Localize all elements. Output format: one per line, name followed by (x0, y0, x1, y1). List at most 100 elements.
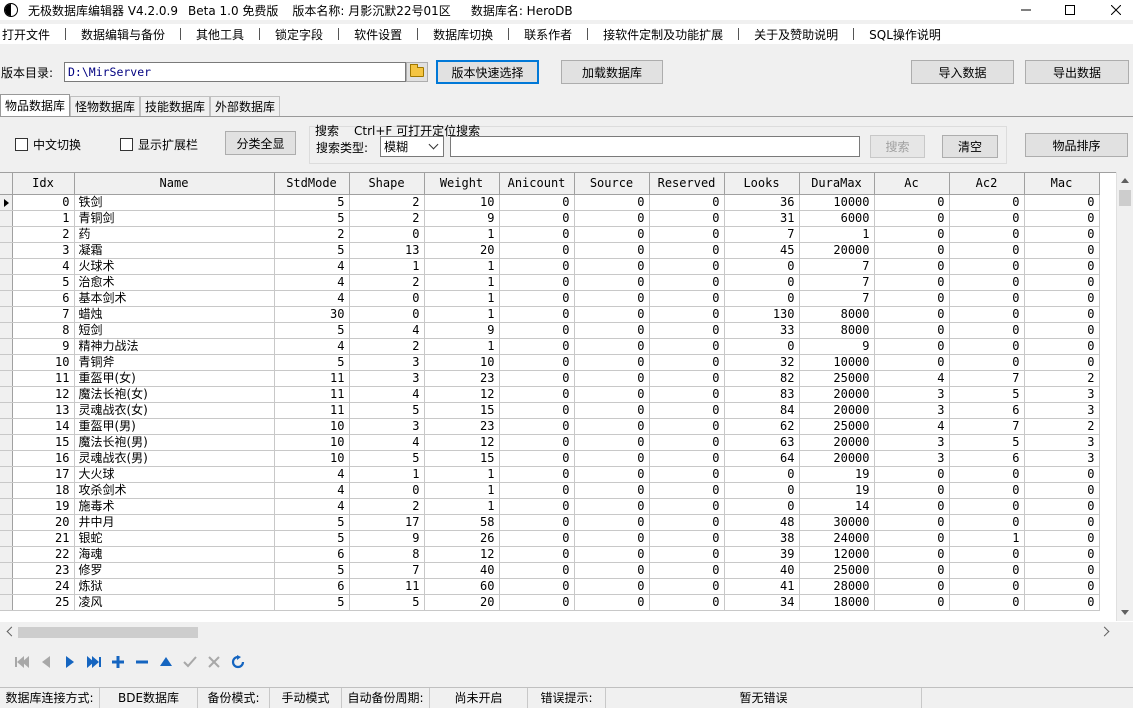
table-cell[interactable]: 25000 (799, 562, 875, 579)
table-cell[interactable]: 0 (574, 418, 650, 435)
table-cell[interactable]: 0 (949, 498, 1025, 515)
row-indicator[interactable] (0, 514, 13, 531)
category-all-button[interactable]: 分类全显 (225, 131, 296, 155)
table-cell[interactable]: 0 (724, 482, 800, 499)
table-cell[interactable]: 19 (799, 466, 875, 483)
table-cell[interactable]: 0 (499, 354, 575, 371)
table-cell[interactable]: 0 (574, 482, 650, 499)
table-cell[interactable]: 14 (799, 498, 875, 515)
table-cell[interactable]: 40 (724, 562, 800, 579)
table-cell[interactable]: 0 (574, 562, 650, 579)
table-cell[interactable]: 3 (1024, 402, 1100, 419)
row-indicator[interactable] (0, 274, 13, 291)
table-cell[interactable]: 4 (349, 386, 425, 403)
table-cell[interactable]: 1 (424, 482, 500, 499)
nav-refresh-button[interactable] (226, 651, 250, 673)
table-cell[interactable]: 23 (12, 562, 75, 579)
horizontal-scrollbar[interactable] (0, 624, 1116, 641)
table-row[interactable]: 6 基本剑术 4 0 1 0 0 0 0 7 0 0 0 (0, 290, 1100, 307)
table-row[interactable]: 12 魔法长袍(女) 11 4 12 0 0 0 83 20000 3 5 3 (0, 386, 1100, 403)
menu-custom-dev[interactable]: 接软件定制及功能扩展 (601, 26, 725, 43)
row-indicator[interactable] (0, 546, 13, 563)
menu-other-tools[interactable]: 其他工具 (194, 26, 246, 43)
table-cell[interactable]: 0 (1024, 466, 1100, 483)
import-data-button[interactable]: 导入数据 (911, 60, 1014, 84)
table-cell[interactable]: 0 (874, 530, 950, 547)
table-cell[interactable]: 0 (574, 434, 650, 451)
table-cell[interactable]: 36 (724, 194, 800, 211)
table-cell[interactable]: 凝霜 (74, 242, 275, 259)
column-header[interactable]: Name (74, 173, 275, 195)
table-cell[interactable]: 基本剑术 (74, 290, 275, 307)
table-cell[interactable]: 9 (799, 338, 875, 355)
table-cell[interactable]: 0 (949, 258, 1025, 275)
table-cell[interactable]: 15 (424, 450, 500, 467)
table-cell[interactable]: 灵魂战衣(女) (74, 402, 275, 419)
table-cell[interactable]: 0 (874, 306, 950, 323)
table-cell[interactable]: 3 (874, 450, 950, 467)
table-cell[interactable]: 20 (12, 514, 75, 531)
table-cell[interactable]: 0 (499, 530, 575, 547)
table-cell[interactable]: 13 (12, 402, 75, 419)
column-header[interactable]: Shape (349, 173, 425, 195)
menu-about-sponsor[interactable]: 关于及赞助说明 (752, 26, 840, 43)
nav-next-button[interactable] (58, 651, 82, 673)
table-cell[interactable]: 0 (1024, 258, 1100, 275)
table-cell[interactable]: 10000 (799, 354, 875, 371)
column-header[interactable]: Idx (12, 173, 75, 195)
table-cell[interactable]: 0 (574, 242, 650, 259)
table-cell[interactable]: 0 (574, 370, 650, 387)
table-cell[interactable]: 0 (499, 386, 575, 403)
table-row[interactable]: 8 短剑 5 4 9 0 0 0 33 8000 0 0 0 (0, 322, 1100, 339)
scroll-left-icon[interactable] (6, 626, 17, 637)
table-cell[interactable]: 0 (874, 338, 950, 355)
table-cell[interactable]: 84 (724, 402, 800, 419)
table-cell[interactable]: 12 (424, 434, 500, 451)
nav-prior-button[interactable] (34, 651, 58, 673)
table-cell[interactable]: 0 (874, 594, 950, 611)
column-header[interactable]: DuraMax (799, 173, 875, 195)
export-data-button[interactable]: 导出数据 (1025, 60, 1129, 84)
table-cell[interactable]: 0 (574, 466, 650, 483)
table-row[interactable]: 24 炼狱 6 11 60 0 0 0 41 28000 0 0 0 (0, 578, 1100, 595)
quick-select-button[interactable]: 版本快速选择 (436, 60, 539, 84)
table-cell[interactable]: 1 (424, 290, 500, 307)
table-cell[interactable]: 0 (649, 482, 725, 499)
table-cell[interactable]: 0 (649, 402, 725, 419)
table-cell[interactable]: 0 (874, 210, 950, 227)
table-cell[interactable]: 0 (649, 370, 725, 387)
table-cell[interactable]: 0 (649, 386, 725, 403)
table-cell[interactable]: 2 (1024, 418, 1100, 435)
table-cell[interactable]: 25 (12, 594, 75, 611)
table-cell[interactable]: 0 (499, 242, 575, 259)
table-cell[interactable]: 0 (724, 338, 800, 355)
table-cell[interactable]: 2 (349, 274, 425, 291)
table-row[interactable]: 17 大火球 4 1 1 0 0 0 0 19 0 0 0 (0, 466, 1100, 483)
table-cell[interactable]: 0 (949, 354, 1025, 371)
row-indicator[interactable] (0, 370, 13, 387)
table-cell[interactable]: 攻杀剑术 (74, 482, 275, 499)
table-cell[interactable]: 治愈术 (74, 274, 275, 291)
table-cell[interactable]: 0 (874, 242, 950, 259)
table-cell[interactable]: 1 (349, 466, 425, 483)
table-cell[interactable]: 3 (349, 354, 425, 371)
table-cell[interactable]: 10 (274, 434, 350, 451)
table-cell[interactable]: 0 (499, 466, 575, 483)
table-cell[interactable]: 10 (274, 450, 350, 467)
table-cell[interactable]: 0 (874, 514, 950, 531)
table-cell[interactable]: 0 (1024, 530, 1100, 547)
table-cell[interactable]: 9 (424, 210, 500, 227)
table-cell[interactable]: 0 (349, 306, 425, 323)
nav-delete-button[interactable] (130, 651, 154, 673)
table-row[interactable]: 1 青铜剑 5 2 9 0 0 0 31 6000 0 0 0 (0, 210, 1100, 227)
table-cell[interactable]: 0 (949, 242, 1025, 259)
table-cell[interactable]: 10 (424, 354, 500, 371)
table-cell[interactable]: 0 (724, 274, 800, 291)
table-cell[interactable]: 0 (499, 562, 575, 579)
table-cell[interactable]: 0 (574, 402, 650, 419)
table-cell[interactable]: 21 (12, 530, 75, 547)
table-cell[interactable]: 0 (499, 450, 575, 467)
table-cell[interactable]: 0 (649, 306, 725, 323)
table-cell[interactable]: 0 (574, 546, 650, 563)
vertical-scrollbar[interactable] (1116, 172, 1133, 621)
